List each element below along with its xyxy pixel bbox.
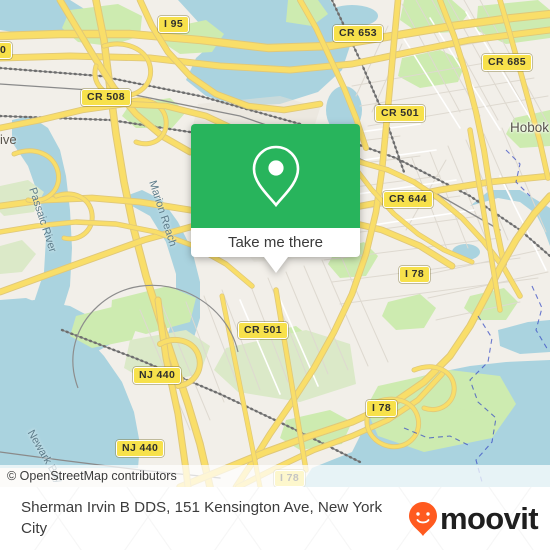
highway-shield: CR 653 [333,25,384,42]
map-attribution[interactable]: © OpenStreetMap contributors [0,465,550,487]
popup-header [191,124,360,228]
attribution-text: © OpenStreetMap contributors [7,469,177,483]
place-label: Hobok [510,120,550,135]
moovit-pin-icon [408,501,437,536]
highway-shield: CR 644 [383,191,434,208]
highway-shield: I 78 [366,400,398,417]
highway-shield: NJ 440 [116,440,165,457]
popup-action-bar[interactable]: Take me there [191,228,360,273]
location-title: Sherman Irvin B DDS, 151 Kensington Ave,… [21,498,383,537]
footer-bar: Sherman Irvin B DDS, 151 Kensington Ave,… [0,487,550,550]
highway-shield: CR 501 [375,105,426,122]
map-pin-icon [252,145,299,208]
highway-shield: CR 508 [81,89,132,106]
highway-shield: I 78 [399,266,431,283]
moovit-map-page: .w { fill:#aad3df; } .g { fill:#cdebb0; … [0,0,550,550]
highway-shield: I 95 [158,16,190,33]
edge-place-label: ive [0,132,17,147]
popup-pointer-tail [263,257,288,273]
highway-shield: NJ 440 [133,367,182,384]
highway-shield: 0 [0,42,13,59]
take-me-there-button[interactable]: Take me there [228,234,323,251]
location-popup[interactable]: Take me there [191,124,360,273]
highway-shield: CR 685 [482,54,533,71]
map-canvas[interactable]: .w { fill:#aad3df; } .g { fill:#cdebb0; … [0,0,550,487]
moovit-logo[interactable]: moovit [408,501,539,537]
moovit-wordmark: moovit [439,501,539,536]
highway-shield: CR 501 [238,322,289,339]
